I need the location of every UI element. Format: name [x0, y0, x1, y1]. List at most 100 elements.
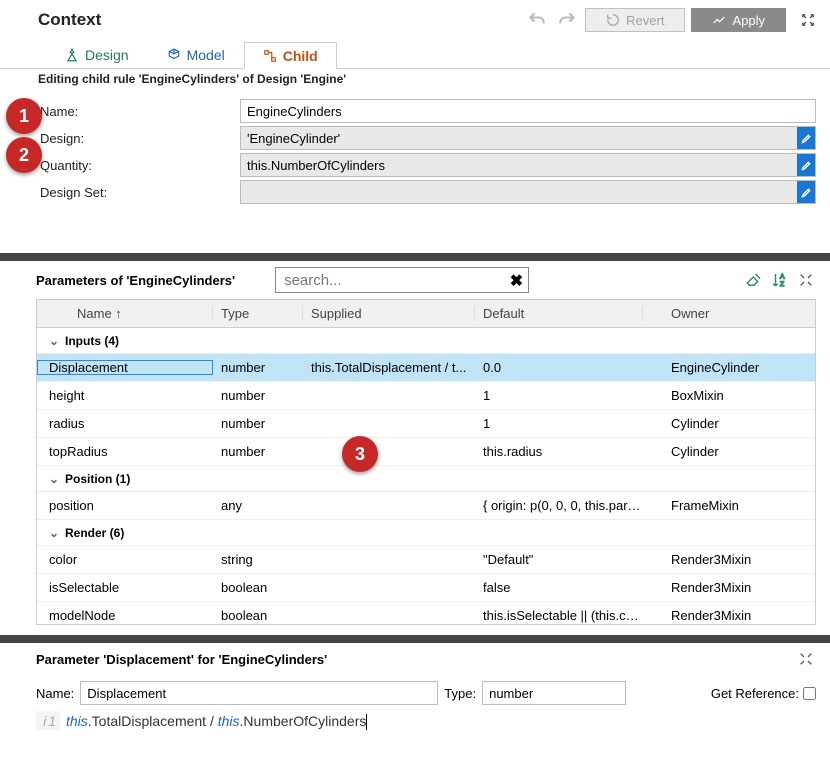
detail-form: Name: Type: Get Reference:	[0, 675, 830, 709]
table-row[interactable]: radiusnumber1Cylinder	[37, 410, 815, 438]
col-name[interactable]: Name ↑	[37, 306, 213, 321]
cell-default: this.isSelectable || (this.chil...	[475, 608, 643, 623]
design-label: Design:	[40, 131, 240, 146]
quantity-label: Quantity:	[40, 158, 240, 173]
callout-badge-1: 1	[6, 98, 42, 134]
group-label: Render (6)	[65, 526, 124, 540]
get-reference: Get Reference:	[711, 686, 816, 701]
search-input[interactable]	[275, 267, 529, 293]
cell-name: height	[37, 388, 213, 403]
group-row[interactable]: ⌄Inputs (4)	[37, 328, 815, 354]
table-row[interactable]: colorstring"Default"Render3Mixin	[37, 546, 815, 574]
cell-default: { origin: p(0, 0, 0, this.pare...	[475, 498, 643, 513]
cell-owner: Cylinder	[643, 416, 815, 431]
cell-name: Displacement	[37, 360, 213, 375]
callout-badge-2: 2	[6, 137, 42, 173]
tab-design-label: Design	[85, 47, 129, 63]
name-input[interactable]	[240, 99, 816, 123]
cell-supplied: this.TotalDisplacement / t...	[303, 360, 475, 375]
svg-text:Z: Z	[780, 281, 784, 288]
cell-default: 1	[475, 388, 643, 403]
header-title: Context	[38, 10, 525, 30]
cell-owner: EngineCylinder	[643, 360, 815, 375]
apply-label: Apply	[732, 13, 765, 28]
apply-button[interactable]: Apply	[691, 8, 786, 32]
cell-owner: Cylinder	[643, 444, 815, 459]
detail-header: Parameter 'Displacement' for 'EngineCyli…	[0, 643, 830, 675]
expand-params-icon[interactable]	[796, 270, 816, 290]
cell-owner: Render3Mixin	[643, 608, 815, 623]
sort-icon[interactable]: AZ	[770, 270, 790, 290]
revert-button[interactable]: Revert	[585, 8, 685, 32]
detail-name-label: Name:	[36, 686, 74, 701]
getref-label: Get Reference:	[711, 686, 799, 701]
cell-type: boolean	[213, 608, 303, 623]
code-line[interactable]: this.TotalDisplacement / this.NumberOfCy…	[60, 711, 367, 730]
expand-icon[interactable]	[800, 12, 816, 28]
table-header: Name ↑ Type Supplied Default Owner	[37, 300, 815, 328]
detail-type-label: Type:	[444, 686, 476, 701]
table-row[interactable]: positionany { origin: p(0, 0, 0, this.par…	[37, 492, 815, 520]
getref-checkbox[interactable]	[803, 687, 816, 700]
cell-name: isSelectable	[37, 580, 213, 595]
parameters-header: Parameters of 'EngineCylinders' ✖ AZ	[0, 261, 830, 299]
cell-type: any	[213, 498, 303, 513]
cell-name: radius	[37, 416, 213, 431]
detail-title: Parameter 'Displacement' for 'EngineCyli…	[36, 652, 796, 667]
undo-icon[interactable]	[525, 8, 549, 32]
table-row[interactable]: isSelectableboolean falseRender3Mixin	[37, 574, 815, 602]
cell-default: "Default"	[475, 552, 643, 567]
cell-name: topRadius	[37, 444, 213, 459]
col-default[interactable]: Default	[475, 306, 643, 321]
designset-input[interactable]	[240, 180, 816, 204]
child-icon	[263, 49, 277, 63]
cell-name: modelNode	[37, 608, 213, 623]
tab-model-label: Model	[187, 47, 225, 63]
cell-owner: Render3Mixin	[643, 552, 815, 567]
chevron-down-icon: ⌄	[49, 334, 59, 348]
callout-badge-3: 3	[342, 436, 378, 472]
svg-text:A: A	[780, 274, 785, 281]
design-icon	[65, 48, 79, 62]
col-owner[interactable]: Owner	[643, 306, 815, 321]
group-row[interactable]: ⌄ Render (6)	[37, 520, 815, 546]
code-gutter: i1	[36, 711, 60, 730]
child-form: Name: Design: Quantity: Design Set:	[0, 92, 830, 213]
tab-model[interactable]: Model	[148, 42, 244, 68]
cell-name: color	[37, 552, 213, 567]
table-row[interactable]: Displacementnumberthis.TotalDisplacement…	[37, 354, 815, 382]
separator-1	[0, 253, 830, 261]
design-input[interactable]	[240, 126, 816, 150]
expand-detail-icon[interactable]	[796, 649, 816, 669]
model-icon	[167, 48, 181, 62]
cell-name: position	[37, 498, 213, 513]
chevron-down-icon: ⌄	[49, 472, 59, 486]
design-edit-icon[interactable]	[797, 127, 815, 149]
cell-owner: Render3Mixin	[643, 580, 815, 595]
eraser-icon[interactable]	[744, 270, 764, 290]
redo-icon[interactable]	[555, 8, 579, 32]
quantity-input[interactable]	[240, 153, 816, 177]
chevron-down-icon: ⌄	[49, 526, 59, 540]
designset-edit-icon[interactable]	[797, 181, 815, 203]
table-row[interactable]: topRadiusnumberthis.radiusCylinder	[37, 438, 815, 466]
detail-type-input[interactable]	[482, 681, 626, 705]
quantity-edit-icon[interactable]	[797, 154, 815, 176]
detail-name-input[interactable]	[80, 681, 438, 705]
app-header: Context Revert Apply	[0, 0, 830, 36]
col-supplied[interactable]: Supplied	[303, 306, 475, 321]
cell-default: false	[475, 580, 643, 595]
cell-type: number	[213, 388, 303, 403]
table-body[interactable]: ⌄Inputs (4)Displacementnumberthis.TotalD…	[37, 328, 815, 624]
table-row[interactable]: heightnumber1BoxMixin	[37, 382, 815, 410]
cell-default: 1	[475, 416, 643, 431]
tab-design[interactable]: Design	[46, 42, 148, 68]
table-row[interactable]: modelNodeboolean this.isSelectable || (th…	[37, 602, 815, 624]
cell-owner: FrameMixin	[643, 498, 815, 513]
cell-type: boolean	[213, 580, 303, 595]
group-row[interactable]: ⌄Position (1)	[37, 466, 815, 492]
tab-child[interactable]: Child	[244, 42, 337, 69]
col-type[interactable]: Type	[213, 306, 303, 321]
search-clear-icon[interactable]: ✖	[510, 271, 523, 291]
code-editor[interactable]: i1 this.TotalDisplacement / this.NumberO…	[36, 711, 816, 730]
